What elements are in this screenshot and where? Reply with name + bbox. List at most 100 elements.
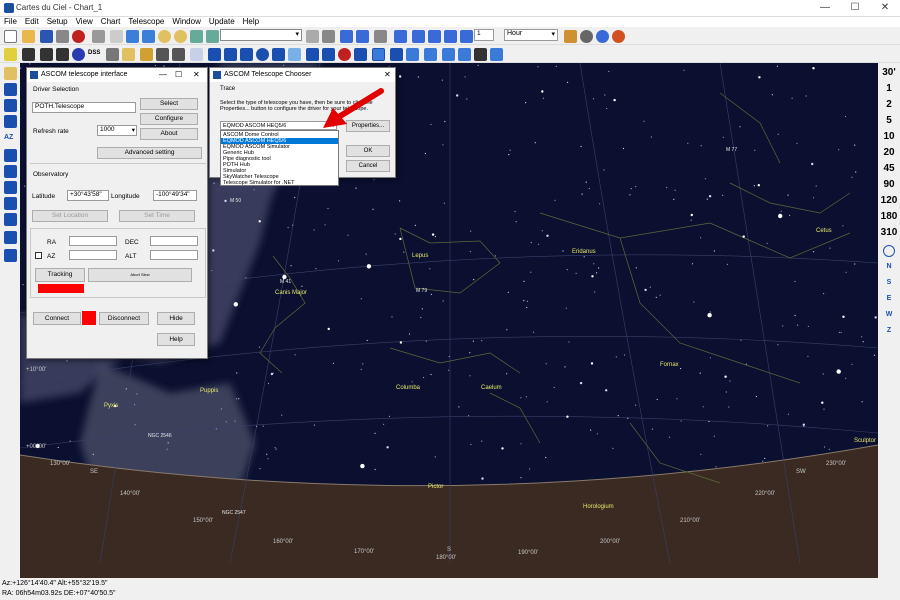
dir-west[interactable]: W (878, 311, 900, 318)
telescope-slew-icon[interactable] (372, 48, 385, 61)
fov-90[interactable]: 90 (878, 179, 900, 190)
configure-button[interactable]: Configure (140, 113, 198, 125)
fov-45[interactable]: 45 (878, 163, 900, 174)
mirror-icon[interactable] (4, 181, 17, 194)
compass-icon[interactable] (256, 48, 269, 61)
tracking-button[interactable]: Tracking (35, 268, 85, 282)
menu-view[interactable]: View (72, 17, 97, 27)
cancel-button[interactable]: Cancel (346, 160, 390, 172)
longitude-field[interactable]: -100°49'34" (153, 190, 197, 201)
boundary-icon[interactable] (224, 48, 237, 61)
menu-setup[interactable]: Setup (43, 17, 72, 27)
fov-310[interactable]: 310 (878, 227, 900, 238)
arrow-icon[interactable] (458, 48, 471, 61)
reset-rotation-icon[interactable] (4, 249, 17, 262)
menu-window[interactable]: Window (168, 17, 204, 27)
select-button[interactable]: Select (140, 98, 198, 110)
sync-icon[interactable] (406, 48, 419, 61)
dir-east[interactable]: E (878, 295, 900, 302)
pin-icon[interactable] (56, 48, 69, 61)
az-mode-icon[interactable]: AZ (4, 134, 13, 141)
anchor-icon[interactable] (474, 48, 487, 61)
constellation-icon[interactable] (208, 48, 221, 61)
mount-icon[interactable] (390, 48, 403, 61)
undo-icon[interactable] (126, 30, 139, 43)
dialog-close-button[interactable]: ✕ (193, 68, 200, 82)
az-field[interactable] (69, 250, 117, 260)
dialog-maximize-button[interactable]: ☐ (175, 68, 182, 82)
prev-icon[interactable] (412, 30, 425, 43)
fov-10[interactable]: 10 (878, 131, 900, 142)
minimize-button[interactable]: — (810, 0, 840, 17)
galaxy-icon[interactable] (306, 48, 319, 61)
bulb-icon[interactable] (140, 48, 153, 61)
fov-180[interactable]: 180 (878, 211, 900, 222)
fov-120[interactable]: 120 (878, 195, 900, 206)
rotate-icon[interactable] (190, 30, 203, 43)
cursor-icon[interactable] (22, 48, 35, 61)
time-step-input[interactable]: 1 (474, 29, 494, 41)
full-sky-icon[interactable] (883, 245, 895, 257)
calendar-icon[interactable] (356, 30, 369, 43)
open-folder-icon[interactable] (22, 30, 35, 43)
menu-update[interactable]: Update (205, 17, 239, 27)
refresh-rate-select[interactable]: 1000 ▾ (97, 125, 137, 136)
altaz-icon[interactable] (4, 99, 17, 112)
image-icon[interactable] (106, 48, 119, 61)
menu-edit[interactable]: Edit (21, 17, 43, 27)
dir-north[interactable]: N (878, 263, 900, 270)
fov-1[interactable]: 1 (878, 83, 900, 94)
dir-zenith[interactable]: Z (878, 327, 900, 334)
galactic-icon[interactable] (4, 149, 17, 162)
fov-20[interactable]: 20 (878, 147, 900, 158)
dir-south[interactable]: S (878, 279, 900, 286)
animation-icon[interactable] (612, 30, 625, 43)
milky-way-icon[interactable] (288, 48, 301, 61)
zoom-in-icon[interactable] (158, 30, 171, 43)
dialog-minimize-button[interactable]: — (159, 68, 167, 82)
ok-button[interactable]: OK (346, 145, 390, 157)
now-icon[interactable] (564, 30, 577, 43)
set-time-button[interactable]: Set Time (119, 210, 195, 222)
park-icon[interactable] (424, 48, 437, 61)
maximize-button[interactable]: ☐ (840, 0, 870, 17)
search-icon[interactable] (306, 30, 319, 43)
rotate-right-icon[interactable] (4, 231, 17, 244)
planet-icon[interactable] (354, 48, 367, 61)
rotate-left-icon[interactable] (4, 213, 17, 226)
equatorial-grid-icon[interactable] (190, 48, 203, 61)
target-icon[interactable] (338, 48, 351, 61)
ecliptic-icon[interactable] (240, 48, 253, 61)
cut-icon[interactable] (92, 30, 105, 43)
zoom-out-icon[interactable] (174, 30, 187, 43)
disconnect-button[interactable]: Disconnect (99, 312, 149, 325)
telescope-toolbar-icon[interactable] (374, 30, 387, 43)
set-location-button[interactable]: Set Location (32, 210, 108, 222)
copy-icon[interactable] (110, 30, 123, 43)
close-window-button[interactable]: ✕ (870, 0, 900, 17)
fov-30min[interactable]: 30' (878, 67, 900, 78)
fov-2[interactable]: 2 (878, 99, 900, 110)
star-filter-icon[interactable] (4, 48, 17, 61)
nebula-icon[interactable] (322, 48, 335, 61)
trace-menu[interactable]: Trace (220, 86, 235, 92)
chart-list-icon[interactable] (340, 30, 353, 43)
time-unit-select[interactable]: Hour ▾ (504, 29, 558, 41)
azimuth-icon[interactable] (4, 83, 17, 96)
dec-field[interactable] (150, 236, 198, 246)
grid-icon[interactable] (156, 48, 169, 61)
driver-name-field[interactable]: POTH.Telescope (32, 102, 136, 113)
print-icon[interactable] (56, 30, 69, 43)
line-icon[interactable] (172, 48, 185, 61)
gear-icon[interactable] (580, 30, 593, 43)
chooser-close-button[interactable]: ✕ (384, 68, 391, 82)
equatorial-icon[interactable] (4, 115, 17, 128)
advanced-setting-button[interactable]: Advanced setting (97, 147, 202, 159)
flip-icon[interactable] (206, 30, 219, 43)
label-icon[interactable] (122, 48, 135, 61)
about-button[interactable]: About (140, 128, 198, 140)
ecliptic-mode-icon[interactable] (4, 165, 17, 178)
marker-icon[interactable] (40, 48, 53, 61)
alt-field[interactable] (150, 250, 198, 260)
sun-icon[interactable] (4, 67, 17, 80)
